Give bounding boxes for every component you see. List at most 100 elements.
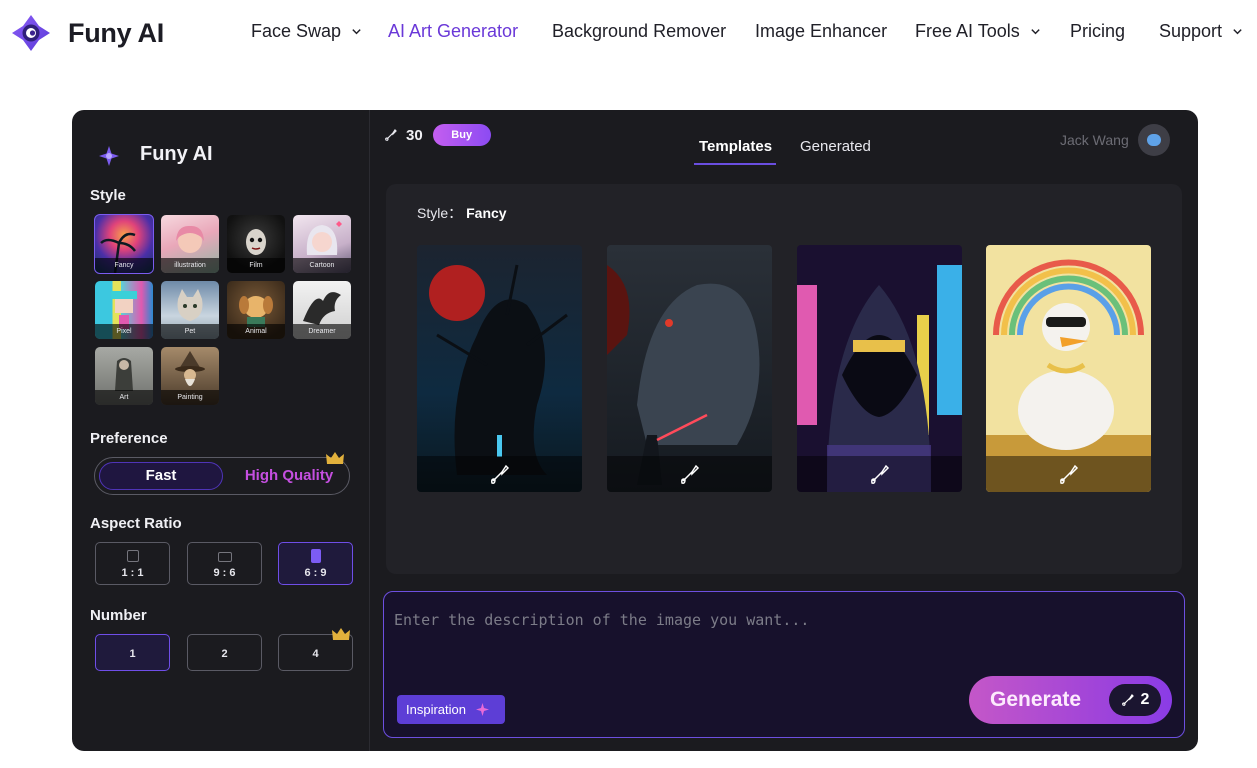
active-tab-indicator — [694, 163, 776, 165]
landscape-ratio-icon — [217, 552, 232, 562]
aspect-ratio-label: 6 : 9 — [304, 567, 327, 579]
number-section-label: Number — [90, 607, 147, 624]
generate-cost-badge: 2 — [1109, 684, 1161, 716]
nav-label: Support — [1159, 21, 1223, 41]
generate-label: Generate — [990, 688, 1082, 711]
crown-icon — [332, 628, 350, 640]
user-name[interactable]: Jack Wang — [1060, 132, 1129, 148]
nav-label: Image Enhancer — [755, 21, 888, 41]
style-caption: Film — [227, 258, 285, 273]
funy-logo-icon — [12, 15, 50, 51]
style-caption: Fancy — [95, 258, 153, 273]
aspect-ratio-section-label: Aspect Ratio — [90, 515, 182, 532]
sidebar-title: Funy AI — [140, 143, 213, 165]
aspect-ratio-label: 9 : 6 — [213, 567, 236, 579]
chevron-down-icon — [1233, 29, 1242, 35]
brand-logo-link[interactable]: Funy AI — [10, 13, 164, 53]
style-option-illustration[interactable]: illustration — [161, 215, 219, 273]
current-style-line: Style： Fancy — [417, 203, 507, 223]
number-label: 1 — [129, 648, 136, 660]
template-card-neon-hood[interactable] — [797, 245, 962, 492]
style-option-animal[interactable]: Animal — [227, 281, 285, 339]
style-option-painting[interactable]: Painting — [161, 347, 219, 405]
inspiration-label: Inspiration — [406, 702, 466, 717]
brand-name: Funy AI — [68, 17, 164, 48]
brush-icon — [385, 129, 397, 141]
template-card-dragon-knight[interactable] — [607, 245, 772, 492]
portrait-ratio-icon — [310, 549, 321, 563]
nav-face-swap[interactable]: Face Swap — [251, 21, 362, 42]
style-option-pixel[interactable]: Pixel — [95, 281, 153, 339]
style-caption: Pet — [161, 324, 219, 339]
tab-generated[interactable]: Generated — [800, 138, 871, 155]
template-card-rainbow-duck[interactable] — [986, 245, 1151, 492]
settings-sidebar: Funy AI Style Fancy illustration Film Ca… — [72, 110, 370, 751]
inspiration-button[interactable]: Inspiration — [397, 695, 505, 724]
nav-label: Pricing — [1070, 21, 1126, 41]
number-option-1[interactable]: 1 — [95, 634, 170, 671]
number-label: 2 — [221, 648, 228, 660]
generate-cost: 2 — [1140, 691, 1150, 708]
buy-credits-button[interactable]: Buy — [432, 124, 491, 146]
style-caption: illustration — [161, 258, 219, 273]
template-image — [797, 245, 962, 492]
credits-bar: 30 Buy — [384, 124, 491, 146]
nav-label: AI Art Generator — [388, 21, 519, 41]
chevron-down-icon — [1031, 29, 1040, 35]
preference-high-quality-option[interactable]: High Quality — [231, 462, 347, 490]
nav-ai-art-generator[interactable]: AI Art Generator — [388, 21, 518, 42]
style-prefix: Style： — [417, 205, 463, 221]
brush-icon — [681, 464, 700, 484]
style-option-dreamer[interactable]: Dreamer — [293, 281, 351, 339]
style-caption: Art — [95, 390, 153, 405]
nav-free-ai-tools[interactable]: Free AI Tools — [915, 21, 1041, 42]
nav-background-remover[interactable]: Background Remover — [552, 21, 726, 42]
brush-icon — [1121, 694, 1134, 706]
style-caption: Painting — [161, 390, 219, 405]
nav-image-enhancer[interactable]: Image Enhancer — [755, 21, 887, 42]
aspect-ratio-1-1[interactable]: 1 : 1 — [95, 542, 170, 585]
template-gallery: Style： Fancy — [386, 184, 1182, 574]
aspect-ratio-9-6[interactable]: 9 : 6 — [187, 542, 262, 585]
style-option-cartoon[interactable]: Cartoon — [293, 215, 351, 273]
style-option-film[interactable]: Film — [227, 215, 285, 273]
sparkle-logo-icon — [99, 146, 119, 166]
style-option-pet[interactable]: Pet — [161, 281, 219, 339]
art-generator-panel: Funy AI Style Fancy illustration Film Ca… — [72, 110, 1198, 751]
chevron-down-icon — [352, 29, 361, 35]
number-label: 4 — [312, 648, 319, 660]
preference-toggle: Fast High Quality — [94, 457, 350, 495]
prompt-input[interactable] — [394, 608, 1154, 632]
style-option-fancy[interactable]: Fancy — [94, 214, 154, 274]
template-card-red-moon-beast[interactable] — [417, 245, 582, 492]
current-style-value: Fancy — [466, 205, 507, 221]
generate-button[interactable]: Generate 2 — [969, 676, 1172, 724]
template-image — [417, 245, 582, 492]
brush-icon — [1060, 464, 1079, 484]
square-ratio-icon — [126, 550, 139, 562]
nav-label: Face Swap — [251, 21, 342, 41]
nav-pricing[interactable]: Pricing — [1070, 21, 1125, 42]
nav-label: Background Remover — [552, 21, 727, 41]
style-caption: Dreamer — [293, 324, 351, 339]
style-option-art[interactable]: Art — [95, 347, 153, 405]
avatar-image — [1147, 134, 1161, 146]
tab-templates[interactable]: Templates — [699, 138, 772, 155]
aspect-ratio-label: 1 : 1 — [121, 567, 144, 579]
style-caption: Pixel — [95, 324, 153, 339]
aspect-ratio-6-9[interactable]: 6 : 9 — [278, 542, 353, 585]
credit-count: 30 — [406, 126, 423, 144]
prompt-box: Inspiration Generate 2 — [383, 591, 1185, 738]
number-option-2[interactable]: 2 — [187, 634, 262, 671]
crown-icon — [326, 452, 344, 464]
nav-support[interactable]: Support — [1159, 21, 1243, 42]
style-section-label: Style — [90, 187, 126, 204]
preference-fast-option[interactable]: Fast — [99, 462, 223, 490]
template-image — [607, 245, 772, 492]
style-caption: Cartoon — [293, 258, 351, 273]
avatar[interactable] — [1138, 124, 1170, 156]
brush-icon — [491, 464, 510, 484]
brush-icon — [871, 464, 890, 484]
preference-section-label: Preference — [90, 430, 168, 447]
template-image — [986, 245, 1151, 492]
